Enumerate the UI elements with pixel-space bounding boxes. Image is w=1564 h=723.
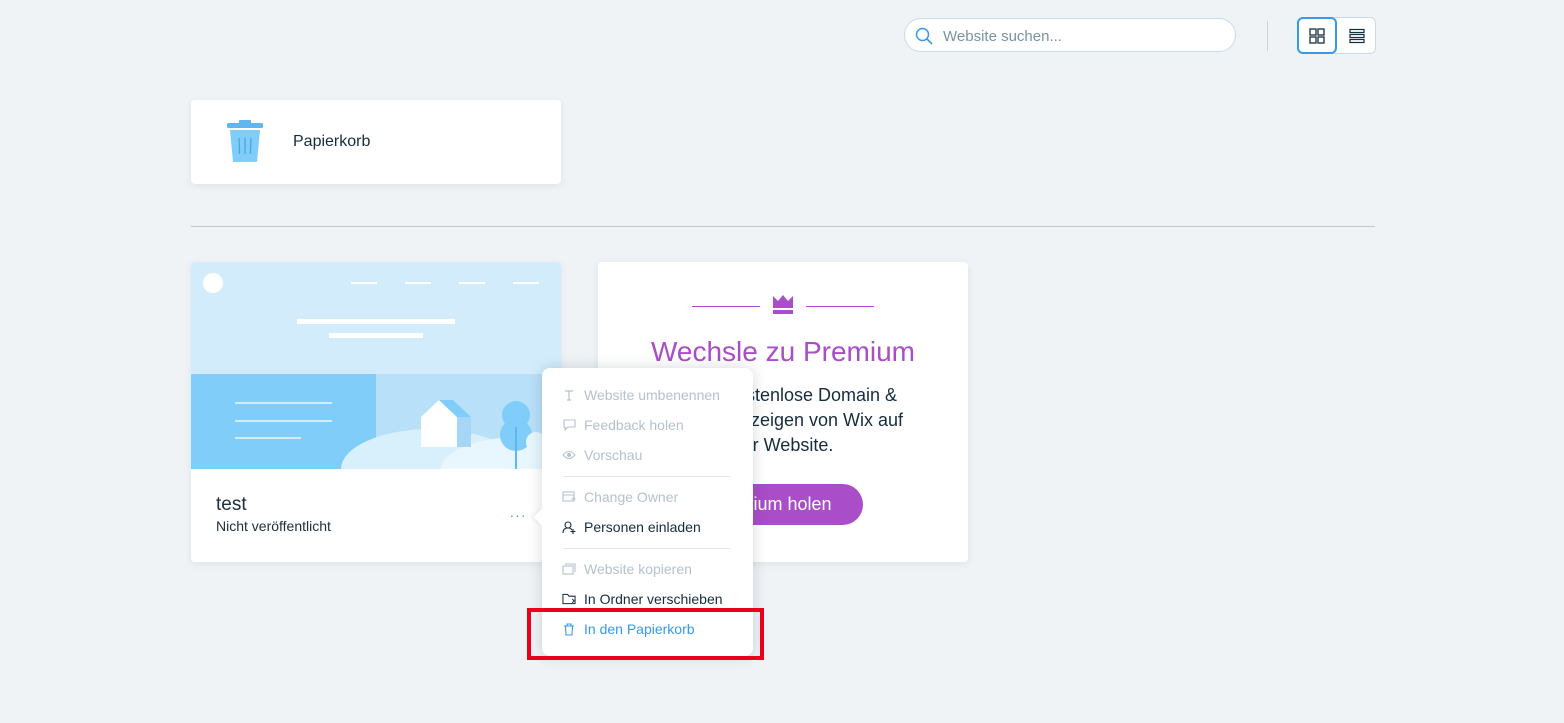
premium-title: Wechsle zu Premium xyxy=(650,336,915,367)
menu-item-duplicate[interactable]: Website kopieren xyxy=(562,558,692,580)
menu-item-label: Personen einladen xyxy=(584,519,701,535)
menu-divider xyxy=(564,548,730,549)
eye-icon xyxy=(562,448,576,462)
folder-icon xyxy=(562,592,576,606)
section-divider xyxy=(191,226,1375,227)
highlight-box xyxy=(527,608,764,660)
trash-folder-card[interactable]: Papierkorb xyxy=(191,100,561,184)
invite-user-icon xyxy=(562,520,576,534)
transfer-icon xyxy=(562,490,576,504)
search-icon xyxy=(915,27,933,45)
list-view-button[interactable] xyxy=(1337,18,1376,53)
menu-item-label: In Ordner verschieben xyxy=(584,591,723,607)
menu-item-rename[interactable]: Website umbenennen xyxy=(562,384,720,406)
search-box[interactable] xyxy=(904,18,1236,52)
menu-item-label: Change Owner xyxy=(584,489,679,505)
more-actions-button[interactable]: ··· xyxy=(509,506,527,524)
menu-item-change-owner[interactable]: Change Owner xyxy=(562,486,678,508)
menu-divider xyxy=(564,476,730,477)
menu-item-move-to-folder[interactable]: In Ordner verschieben xyxy=(562,588,723,610)
menu-item-label: Website umbenennen xyxy=(584,387,720,403)
comment-icon xyxy=(562,418,576,432)
list-icon xyxy=(1348,28,1365,43)
trash-folder-label: Papierkorb xyxy=(293,133,371,150)
trash-icon xyxy=(227,120,263,162)
menu-item-invite-people[interactable]: Personen einladen xyxy=(562,516,701,538)
site-name[interactable]: test xyxy=(216,494,247,516)
view-toggle xyxy=(1297,17,1376,54)
menu-item-label: Website kopieren xyxy=(584,561,692,577)
decorative-line xyxy=(692,306,760,307)
decorative-line xyxy=(806,306,874,307)
search-input[interactable] xyxy=(941,24,1225,48)
text-icon xyxy=(562,388,576,402)
menu-item-feedback[interactable]: Feedback holen xyxy=(562,414,684,436)
grid-icon xyxy=(1309,27,1325,44)
menu-item-label: Feedback holen xyxy=(584,417,684,433)
site-card[interactable]: test Nicht veröffentlicht ··· xyxy=(191,262,561,562)
crown-icon xyxy=(773,295,793,314)
duplicate-icon xyxy=(562,562,576,576)
toolbar-divider xyxy=(1267,21,1268,51)
menu-item-label: Vorschau xyxy=(584,447,643,463)
grid-view-button[interactable] xyxy=(1297,17,1337,54)
menu-item-preview[interactable]: Vorschau xyxy=(562,444,642,466)
site-status: Nicht veröffentlicht xyxy=(216,518,331,534)
site-thumbnail[interactable] xyxy=(191,262,561,469)
